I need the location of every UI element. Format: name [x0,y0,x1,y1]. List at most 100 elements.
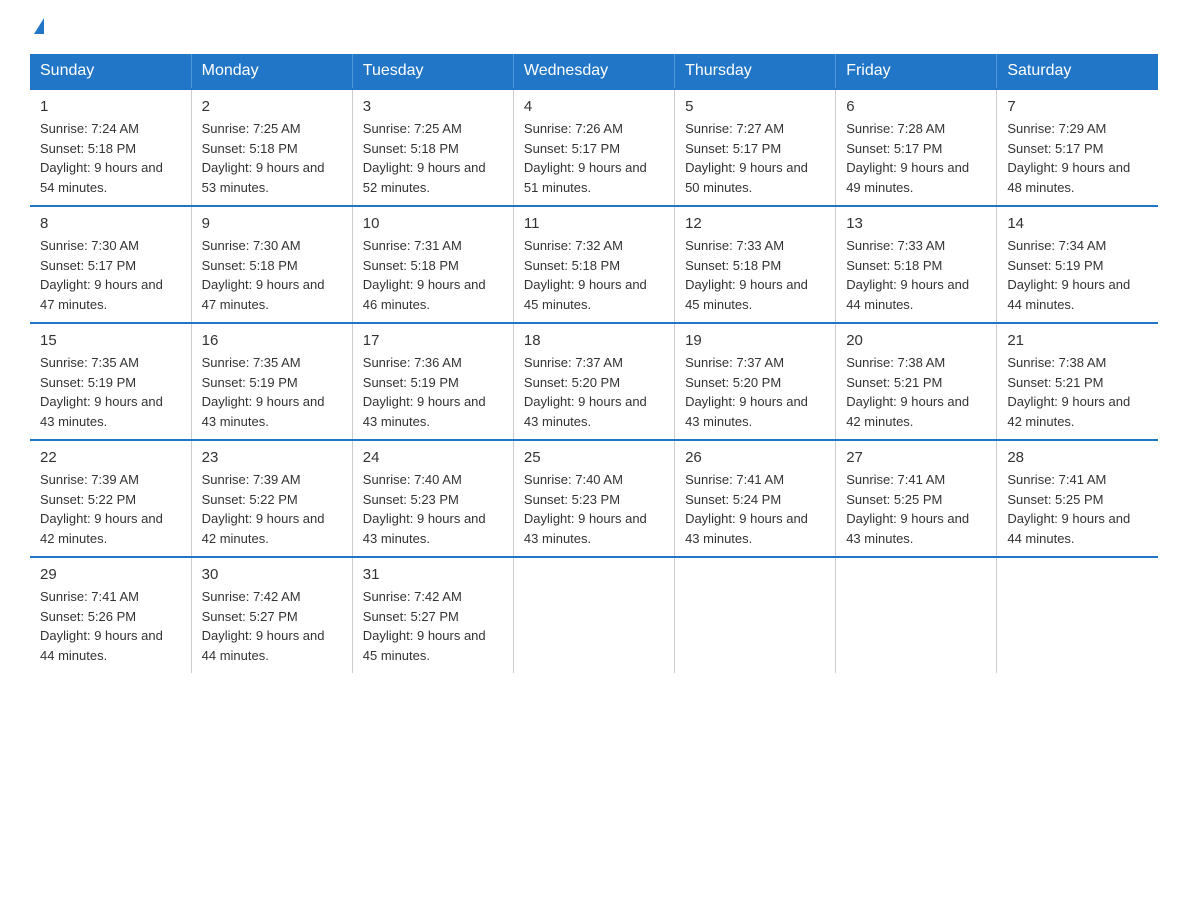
day-number: 6 [846,98,986,115]
day-number: 1 [40,98,181,115]
calendar-cell: 12 Sunrise: 7:33 AMSunset: 5:18 PMDayligh… [675,206,836,323]
day-number: 25 [524,449,664,466]
calendar-cell: 6 Sunrise: 7:28 AMSunset: 5:17 PMDaylight… [836,89,997,206]
day-info: Sunrise: 7:25 AMSunset: 5:18 PMDaylight:… [202,119,342,197]
calendar-cell: 15Sunrise: 7:35 AMSunset: 5:19 PMDayligh… [30,323,191,440]
day-info: Sunrise: 7:41 AMSunset: 5:24 PMDaylight:… [685,470,825,548]
day-number: 4 [524,98,664,115]
calendar-cell: 10 Sunrise: 7:31 AMSunset: 5:18 PMDayligh… [352,206,513,323]
day-number: 3 [363,98,503,115]
day-number: 9 [202,215,342,232]
day-number: 28 [1007,449,1148,466]
day-info: Sunrise: 7:39 AMSunset: 5:22 PMDaylight:… [40,470,181,548]
day-info: Sunrise: 7:32 AMSunset: 5:18 PMDaylight:… [524,236,664,314]
calendar-cell: 8 Sunrise: 7:30 AMSunset: 5:17 PMDaylight… [30,206,191,323]
calendar-week-row: 8 Sunrise: 7:30 AMSunset: 5:17 PMDaylight… [30,206,1158,323]
calendar-week-row: 15Sunrise: 7:35 AMSunset: 5:19 PMDayligh… [30,323,1158,440]
weekday-header-saturday: Saturday [997,54,1158,89]
calendar-cell: 26 Sunrise: 7:41 AMSunset: 5:24 PMDayligh… [675,440,836,557]
calendar-cell [513,557,674,673]
day-number: 27 [846,449,986,466]
day-info: Sunrise: 7:41 AMSunset: 5:25 PMDaylight:… [846,470,986,548]
day-info: Sunrise: 7:37 AMSunset: 5:20 PMDaylight:… [524,353,664,431]
calendar-week-row: 1 Sunrise: 7:24 AMSunset: 5:18 PMDaylight… [30,89,1158,206]
calendar-cell: 27 Sunrise: 7:41 AMSunset: 5:25 PMDayligh… [836,440,997,557]
calendar-cell: 31 Sunrise: 7:42 AMSunset: 5:27 PMDayligh… [352,557,513,673]
calendar-cell: 17Sunrise: 7:36 AMSunset: 5:19 PMDayligh… [352,323,513,440]
calendar-cell: 16 Sunrise: 7:35 AMSunset: 5:19 PMDayligh… [191,323,352,440]
day-info: Sunrise: 7:31 AMSunset: 5:18 PMDaylight:… [363,236,503,314]
day-number: 19 [685,332,825,349]
calendar-week-row: 22Sunrise: 7:39 AMSunset: 5:22 PMDayligh… [30,440,1158,557]
day-info: Sunrise: 7:38 AMSunset: 5:21 PMDaylight:… [846,353,986,431]
calendar-cell: 25 Sunrise: 7:40 AMSunset: 5:23 PMDayligh… [513,440,674,557]
weekday-header-thursday: Thursday [675,54,836,89]
logo-triangle-icon [34,18,44,34]
calendar-cell [675,557,836,673]
calendar-cell: 20Sunrise: 7:38 AMSunset: 5:21 PMDayligh… [836,323,997,440]
calendar-cell: 9 Sunrise: 7:30 AMSunset: 5:18 PMDaylight… [191,206,352,323]
day-number: 11 [524,215,664,232]
day-number: 12 [685,215,825,232]
weekday-header-sunday: Sunday [30,54,191,89]
weekday-header-monday: Monday [191,54,352,89]
calendar-cell [836,557,997,673]
calendar-cell: 21 Sunrise: 7:38 AMSunset: 5:21 PMDayligh… [997,323,1158,440]
day-info: Sunrise: 7:29 AMSunset: 5:17 PMDaylight:… [1007,119,1148,197]
day-number: 2 [202,98,342,115]
day-info: Sunrise: 7:42 AMSunset: 5:27 PMDaylight:… [363,587,503,665]
day-info: Sunrise: 7:30 AMSunset: 5:18 PMDaylight:… [202,236,342,314]
page-header [30,20,1158,36]
day-info: Sunrise: 7:39 AMSunset: 5:22 PMDaylight:… [202,470,342,548]
day-number: 10 [363,215,503,232]
calendar-cell: 1 Sunrise: 7:24 AMSunset: 5:18 PMDaylight… [30,89,191,206]
weekday-header-friday: Friday [836,54,997,89]
weekday-header-tuesday: Tuesday [352,54,513,89]
calendar-cell: 19Sunrise: 7:37 AMSunset: 5:20 PMDayligh… [675,323,836,440]
day-info: Sunrise: 7:27 AMSunset: 5:17 PMDaylight:… [685,119,825,197]
day-info: Sunrise: 7:24 AMSunset: 5:18 PMDaylight:… [40,119,181,197]
calendar-cell: 7 Sunrise: 7:29 AMSunset: 5:17 PMDaylight… [997,89,1158,206]
day-number: 16 [202,332,342,349]
day-info: Sunrise: 7:28 AMSunset: 5:17 PMDaylight:… [846,119,986,197]
day-number: 8 [40,215,181,232]
day-info: Sunrise: 7:35 AMSunset: 5:19 PMDaylight:… [40,353,181,431]
calendar-cell [997,557,1158,673]
calendar-cell: 4 Sunrise: 7:26 AMSunset: 5:17 PMDaylight… [513,89,674,206]
day-number: 23 [202,449,342,466]
day-info: Sunrise: 7:33 AMSunset: 5:18 PMDaylight:… [685,236,825,314]
day-info: Sunrise: 7:42 AMSunset: 5:27 PMDaylight:… [202,587,342,665]
logo-blue-text [30,20,44,36]
calendar-cell: 22Sunrise: 7:39 AMSunset: 5:22 PMDayligh… [30,440,191,557]
day-number: 21 [1007,332,1148,349]
day-info: Sunrise: 7:35 AMSunset: 5:19 PMDaylight:… [202,353,342,431]
day-number: 31 [363,566,503,583]
logo [30,20,44,36]
day-info: Sunrise: 7:26 AMSunset: 5:17 PMDaylight:… [524,119,664,197]
calendar-table: SundayMondayTuesdayWednesdayThursdayFrid… [30,54,1158,673]
weekday-header-wednesday: Wednesday [513,54,674,89]
day-info: Sunrise: 7:38 AMSunset: 5:21 PMDaylight:… [1007,353,1148,431]
calendar-cell: 28Sunrise: 7:41 AMSunset: 5:25 PMDayligh… [997,440,1158,557]
day-number: 7 [1007,98,1148,115]
day-info: Sunrise: 7:34 AMSunset: 5:19 PMDaylight:… [1007,236,1148,314]
day-info: Sunrise: 7:30 AMSunset: 5:17 PMDaylight:… [40,236,181,314]
calendar-header-row: SundayMondayTuesdayWednesdayThursdayFrid… [30,54,1158,89]
calendar-cell: 18Sunrise: 7:37 AMSunset: 5:20 PMDayligh… [513,323,674,440]
day-number: 26 [685,449,825,466]
day-info: Sunrise: 7:33 AMSunset: 5:18 PMDaylight:… [846,236,986,314]
day-info: Sunrise: 7:40 AMSunset: 5:23 PMDaylight:… [524,470,664,548]
calendar-cell: 13 Sunrise: 7:33 AMSunset: 5:18 PMDayligh… [836,206,997,323]
calendar-cell: 23 Sunrise: 7:39 AMSunset: 5:22 PMDayligh… [191,440,352,557]
day-info: Sunrise: 7:25 AMSunset: 5:18 PMDaylight:… [363,119,503,197]
day-info: Sunrise: 7:40 AMSunset: 5:23 PMDaylight:… [363,470,503,548]
day-number: 13 [846,215,986,232]
calendar-cell: 2 Sunrise: 7:25 AMSunset: 5:18 PMDaylight… [191,89,352,206]
calendar-week-row: 29Sunrise: 7:41 AMSunset: 5:26 PMDayligh… [30,557,1158,673]
calendar-cell: 30 Sunrise: 7:42 AMSunset: 5:27 PMDayligh… [191,557,352,673]
day-number: 30 [202,566,342,583]
day-number: 29 [40,566,181,583]
calendar-cell: 29Sunrise: 7:41 AMSunset: 5:26 PMDayligh… [30,557,191,673]
day-number: 24 [363,449,503,466]
day-number: 14 [1007,215,1148,232]
